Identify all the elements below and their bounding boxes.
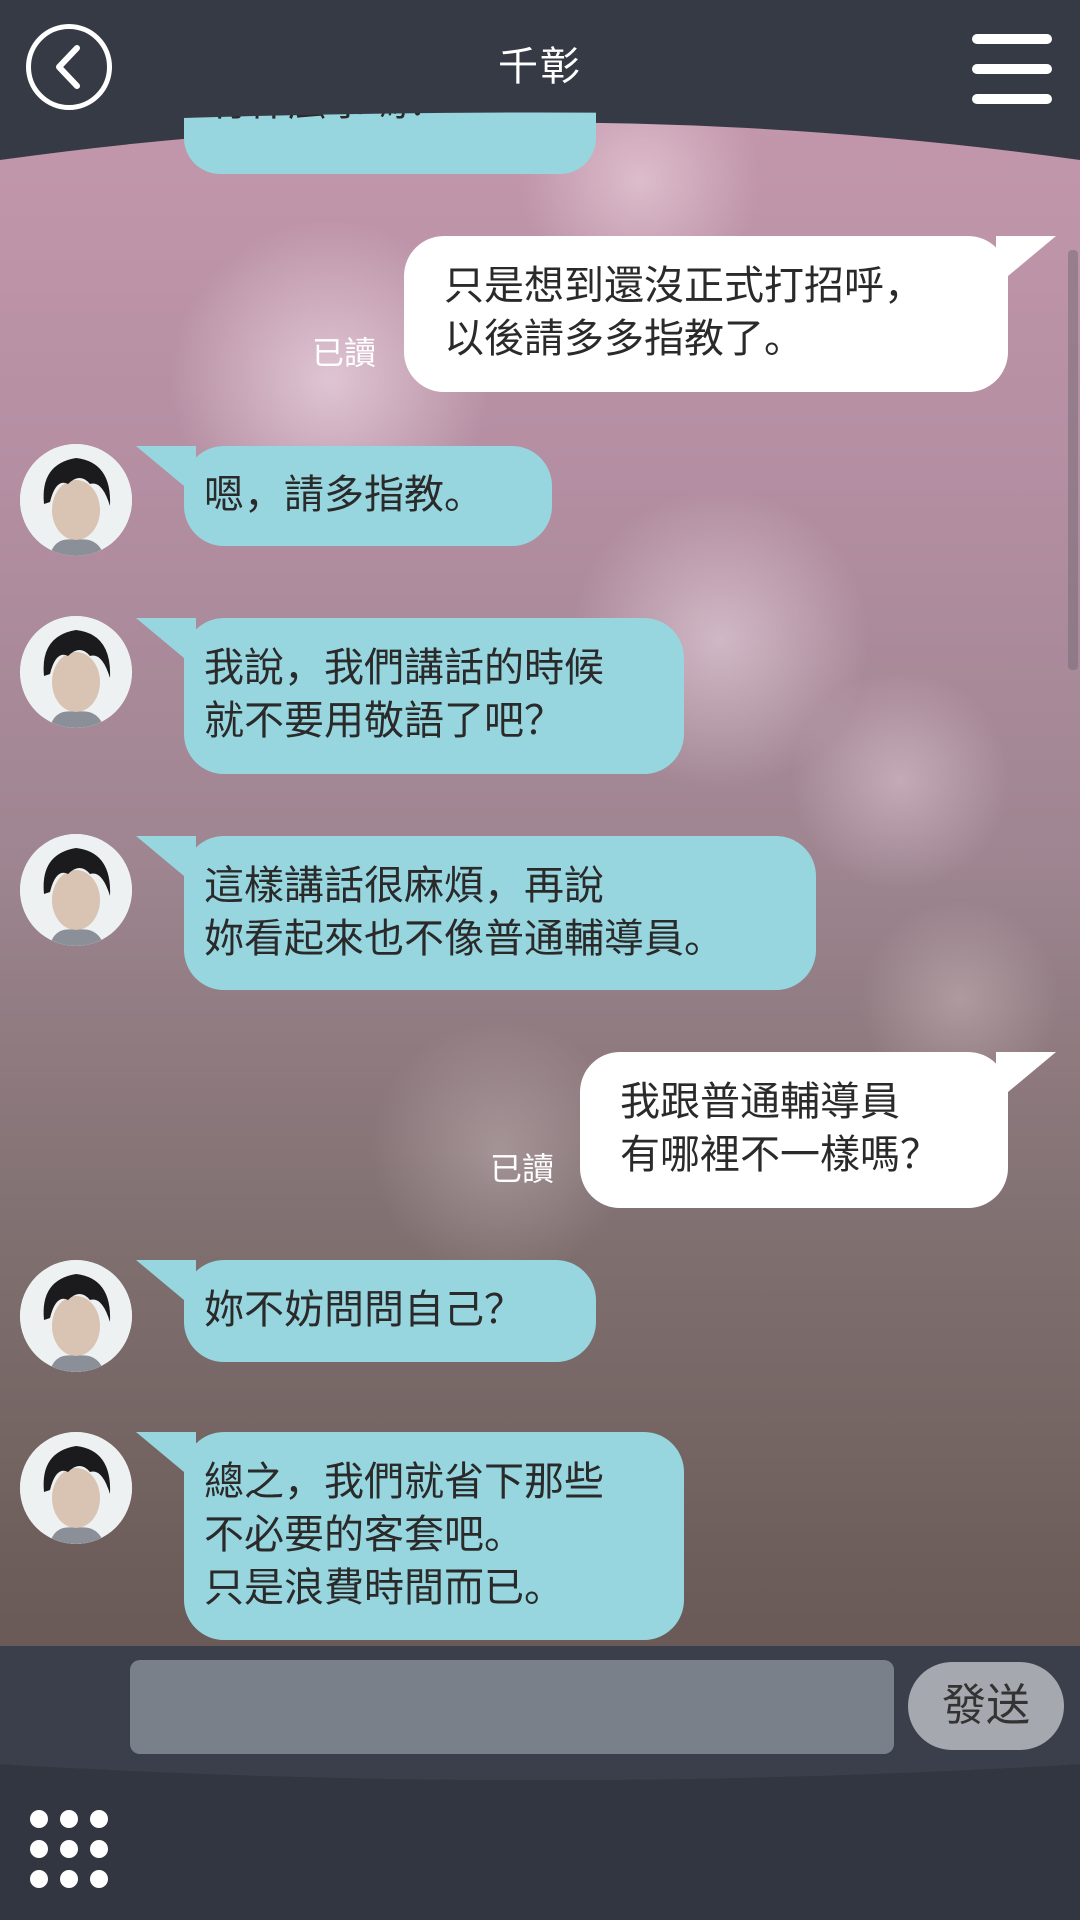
send-button[interactable]: 發送 (908, 1662, 1064, 1750)
read-receipt: 已讀 (490, 1150, 555, 1188)
composer-bar: 發送 (0, 1646, 1080, 1920)
avatar[interactable] (20, 616, 132, 728)
avatar-image (20, 1432, 132, 1544)
grid-menu-icon[interactable] (30, 1810, 110, 1890)
message-text: 這樣講話很麻煩，再說 妳看起來也不像普通輔導員。 (204, 863, 724, 962)
message-bubble-sent: 只是想到還沒正式打招呼， 以後請多多指教了。 (404, 236, 1008, 392)
message-text: 我跟普通輔導員 有哪裡不一樣嗎？ (620, 1079, 940, 1178)
avatar[interactable] (20, 1432, 132, 1544)
read-receipt: 已讀 (312, 334, 377, 372)
avatar-image (20, 834, 132, 946)
message-bubble-sent: 我跟普通輔導員 有哪裡不一樣嗎？ (580, 1052, 1008, 1208)
scrollbar[interactable] (1068, 250, 1078, 670)
menu-icon (972, 34, 1052, 44)
message-input[interactable] (130, 1660, 894, 1754)
message-bubble-received: 總之，我們就省下那些 不必要的客套吧。 只是浪費時間而已。 (184, 1432, 684, 1640)
message-text: 只是想到還沒正式打招呼， 以後請多多指教了。 (444, 263, 924, 362)
menu-button-overlay[interactable] (972, 34, 1052, 104)
message-text: 嗯，請多指教。 (204, 472, 484, 518)
message-text: 總之，我們就省下那些 不必要的客套吧。 只是浪費時間而已。 (204, 1459, 604, 1611)
message-bubble-received: 這樣講話很麻煩，再說 妳看起來也不像普通輔導員。 (184, 836, 816, 990)
avatar-image (20, 616, 132, 728)
avatar[interactable] (20, 444, 132, 556)
message-bubble-received: 妳不妨問問自己？ (184, 1260, 596, 1362)
avatar-image (20, 1260, 132, 1372)
avatar-image (20, 444, 132, 556)
message-bubble-received: 嗯，請多指教。 (184, 446, 552, 546)
message-bubble-received: 我說，我們講話的時候 就不要用敬語了吧？ (184, 618, 684, 774)
avatar[interactable] (20, 834, 132, 946)
chat-title-overlay: 千彰 (498, 44, 582, 90)
avatar[interactable] (20, 1260, 132, 1372)
message-text: 我說，我們講話的時候 就不要用敬語了吧？ (204, 645, 604, 744)
message-text: 妳不妨問問自己？ (204, 1287, 524, 1333)
